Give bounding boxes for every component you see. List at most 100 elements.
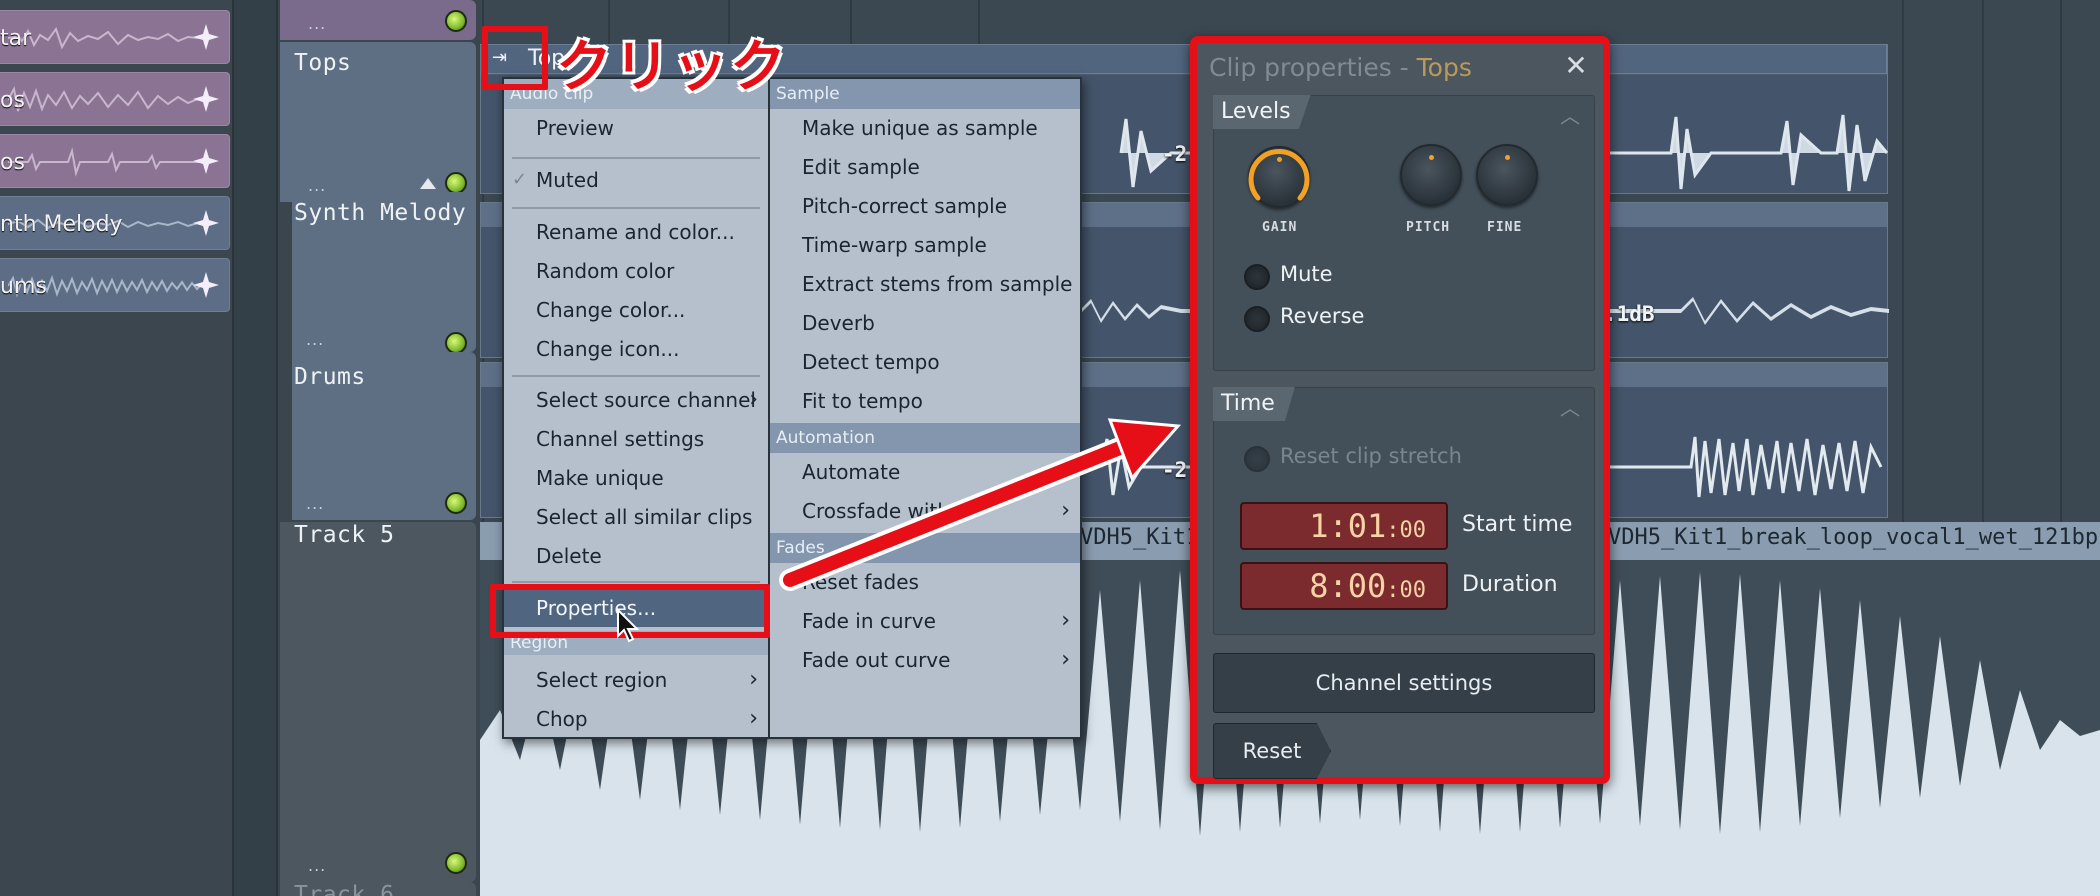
mute-radio[interactable] bbox=[1244, 264, 1270, 290]
start-time-field[interactable]: 1:01:00 bbox=[1240, 502, 1448, 550]
menu-item-fade-in-curve[interactable]: Fade in curve › bbox=[770, 602, 1080, 640]
menu-item-make-unique-sample[interactable]: Make unique as sample bbox=[770, 109, 1080, 147]
track-menu-dots[interactable]: ... bbox=[306, 494, 324, 513]
sparkle-icon bbox=[193, 86, 219, 112]
track-enable-led[interactable] bbox=[445, 10, 467, 32]
track-header-track-5[interactable]: Track 5 ... bbox=[280, 522, 476, 882]
menu-item-select-similar-clips[interactable]: Select all similar clips bbox=[504, 498, 768, 536]
menu-item-automate[interactable]: Automate › bbox=[770, 453, 1080, 491]
menu-item-pitch-correct[interactable]: Pitch-correct sample bbox=[770, 187, 1080, 225]
menu-item-label: Change color... bbox=[536, 298, 686, 322]
menu-item-edit-sample[interactable]: Edit sample bbox=[770, 148, 1080, 186]
clip-name-label[interactable]: VDH5_Kit1_break_loop_vocal1_wet_121bp bbox=[1608, 525, 2098, 550]
menu-item-label: Fade out curve bbox=[802, 648, 951, 672]
browser-item-label: os bbox=[0, 150, 25, 175]
track-header-track-6[interactable]: Track 6 bbox=[280, 882, 476, 896]
dialog-title[interactable]: Clip properties - Tops bbox=[1209, 53, 1472, 82]
time-header[interactable]: Time bbox=[1213, 387, 1295, 421]
time-group: Time ︿ Reset clip stretch 1:01:00 Start … bbox=[1213, 387, 1595, 635]
sparkle-icon bbox=[193, 24, 219, 50]
reverse-label[interactable]: Reverse bbox=[1280, 304, 1364, 328]
menu-item-fit-to-tempo[interactable]: Fit to tempo bbox=[770, 382, 1080, 420]
reset-clip-stretch-radio[interactable] bbox=[1244, 446, 1270, 472]
menu-item-label: Fit to tempo bbox=[802, 389, 923, 413]
panel-divider[interactable] bbox=[232, 0, 278, 896]
menu-item-select-region[interactable]: Select region › bbox=[504, 661, 768, 699]
menu-item-fade-out-curve[interactable]: Fade out curve › bbox=[770, 641, 1080, 679]
menu-item-extract-stems[interactable]: Extract stems from sample bbox=[770, 265, 1080, 303]
duration-main: 8:00 bbox=[1309, 567, 1387, 605]
knob-indicator bbox=[1505, 155, 1510, 160]
track-menu-dots[interactable]: ... bbox=[308, 856, 326, 875]
track-enable-led[interactable] bbox=[445, 852, 467, 874]
menu-item-select-source-channel[interactable]: Select source channel › bbox=[504, 381, 768, 419]
duration-value: 8:00:00 bbox=[1309, 567, 1426, 605]
track-enable-led[interactable] bbox=[445, 332, 467, 354]
browser-item[interactable]: os bbox=[0, 134, 230, 188]
menu-item-random-color[interactable]: Random color bbox=[504, 252, 768, 290]
collapse-arrow-icon[interactable] bbox=[420, 178, 436, 189]
clip-properties-dialog: Clip properties - Tops ✕ Levels ︿ GAIN P… bbox=[1190, 36, 1610, 784]
track-header-tops[interactable]: Tops ... bbox=[280, 42, 476, 202]
menu-item-channel-settings[interactable]: Channel settings bbox=[504, 420, 768, 458]
track-name[interactable]: Synth Melody bbox=[294, 200, 466, 226]
reverse-radio[interactable] bbox=[1244, 306, 1270, 332]
menu-item-crossfade-with[interactable]: Crossfade with › bbox=[770, 492, 1080, 530]
gain-knob[interactable] bbox=[1248, 146, 1310, 208]
fine-knob[interactable] bbox=[1476, 144, 1538, 206]
menu-item-change-icon[interactable]: Change icon... bbox=[504, 330, 768, 368]
menu-item-label: Rename and color... bbox=[536, 220, 735, 244]
menu-item-label: Channel settings bbox=[536, 427, 705, 451]
start-time-value: 1:01:00 bbox=[1309, 507, 1426, 545]
waveform-icon bbox=[8, 26, 208, 50]
submenu-arrow-icon: › bbox=[1061, 608, 1070, 633]
menu-item-change-color[interactable]: Change color... bbox=[504, 291, 768, 329]
menu-item-rename-color[interactable]: Rename and color... bbox=[504, 213, 768, 251]
menu-item-make-unique[interactable]: Make unique bbox=[504, 459, 768, 497]
track-name[interactable]: Track 5 bbox=[294, 522, 394, 548]
menu-item-label: Make unique bbox=[536, 466, 664, 490]
browser-item[interactable]: os bbox=[0, 72, 230, 126]
menu-item-detect-tempo[interactable]: Detect tempo bbox=[770, 343, 1080, 381]
menu-item-delete[interactable]: Delete bbox=[504, 537, 768, 575]
channel-settings-button[interactable]: Channel settings bbox=[1213, 653, 1595, 713]
levels-header[interactable]: Levels bbox=[1213, 95, 1311, 129]
track-header-drums[interactable]: Drums ... bbox=[292, 352, 476, 520]
pitch-knob[interactable] bbox=[1400, 144, 1462, 206]
menu-item-reset-fades[interactable]: Reset fades bbox=[770, 563, 1080, 601]
track-name[interactable]: Drums bbox=[294, 364, 366, 390]
track-menu-dots[interactable]: ... bbox=[308, 14, 326, 33]
track-name[interactable]: Tops bbox=[294, 50, 351, 76]
start-time-label: Start time bbox=[1462, 512, 1573, 537]
track-header-above[interactable]: ... bbox=[280, 0, 476, 40]
browser-item[interactable]: ums bbox=[0, 258, 230, 312]
duration-field[interactable]: 8:00:00 bbox=[1240, 562, 1448, 610]
menu-item-preview[interactable]: Preview bbox=[504, 109, 768, 147]
close-icon[interactable]: ✕ bbox=[1561, 51, 1591, 81]
reset-button[interactable]: Reset bbox=[1213, 723, 1331, 779]
menu-item-label: Fade in curve bbox=[802, 609, 936, 633]
track-enable-led[interactable] bbox=[445, 172, 467, 194]
track-header-synth-melody[interactable]: Synth Melody ... bbox=[292, 192, 476, 354]
track-name[interactable]: Track 6 bbox=[294, 882, 394, 896]
menu-item-label: Change icon... bbox=[536, 337, 680, 361]
browser-item[interactable]: nth Melody bbox=[0, 196, 230, 250]
menu-item-label: Muted bbox=[536, 168, 599, 192]
chevron-up-icon[interactable]: ︿ bbox=[1560, 392, 1584, 420]
menu-item-label: Automate bbox=[802, 460, 901, 484]
knob-indicator bbox=[1429, 155, 1434, 160]
menu-item-muted[interactable]: ✓ Muted bbox=[504, 161, 768, 199]
browser-item[interactable]: tar bbox=[0, 10, 230, 64]
mute-label[interactable]: Mute bbox=[1280, 262, 1333, 286]
gain-label: GAIN bbox=[1262, 220, 1298, 235]
menu-item-label: Edit sample bbox=[802, 155, 920, 179]
menu-item-deverb[interactable]: Deverb bbox=[770, 304, 1080, 342]
menu-item-time-warp[interactable]: Time-warp sample bbox=[770, 226, 1080, 264]
start-time-main: 1:01 bbox=[1309, 507, 1387, 545]
chevron-up-icon[interactable]: ︿ bbox=[1560, 100, 1584, 128]
duration-sub: :00 bbox=[1386, 578, 1426, 603]
track-menu-dots[interactable]: ... bbox=[306, 330, 324, 349]
track-enable-led[interactable] bbox=[445, 492, 467, 514]
menu-item-chop[interactable]: Chop › bbox=[504, 700, 768, 738]
reset-clip-stretch-label[interactable]: Reset clip stretch bbox=[1280, 444, 1462, 468]
